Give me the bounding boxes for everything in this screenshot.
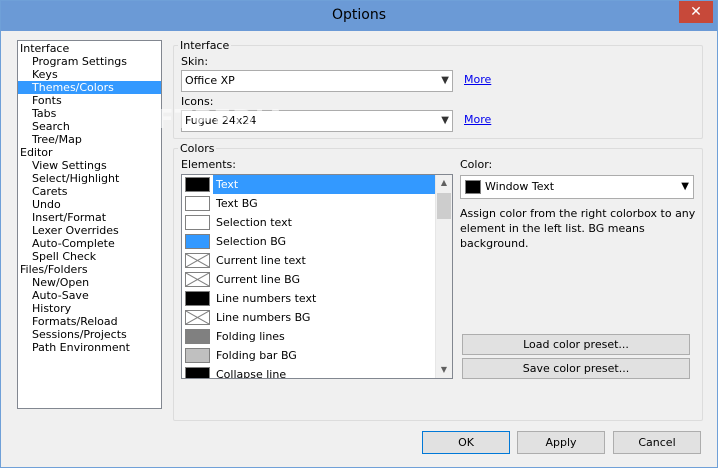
tree-item-auto-save[interactable]: Auto-Save <box>18 289 161 302</box>
arrow-up-icon[interactable]: ▲ <box>436 175 452 191</box>
skin-value: Office XP <box>185 74 235 87</box>
ok-button[interactable]: OK <box>422 431 510 454</box>
window-title: Options <box>331 7 387 23</box>
tree-item-path-environment[interactable]: Path Environment <box>18 341 161 354</box>
elements-label: Elements: <box>181 158 236 171</box>
colors-group-title: Colors <box>178 142 217 155</box>
scroll-thumb[interactable] <box>437 193 451 219</box>
skin-select[interactable]: Office XP ▼ <box>181 70 453 92</box>
dialog-content: Interface Program Settings Keys Themes/Colo… <box>1 31 717 467</box>
tree-item-files-folders[interactable]: Files/Folders <box>18 263 161 276</box>
tree-item-undo[interactable]: Undo <box>18 198 161 211</box>
color-swatch <box>185 234 210 249</box>
tree-item-formats-reload[interactable]: Formats/Reload <box>18 315 161 328</box>
tree-item-insert-format[interactable]: Insert/Format <box>18 211 161 224</box>
element-row[interactable]: Collapse line <box>182 365 452 379</box>
cancel-button[interactable]: Cancel <box>613 431 701 454</box>
color-swatch <box>185 291 210 306</box>
tree-item-tabs[interactable]: Tabs <box>18 107 161 120</box>
skin-label: Skin: <box>181 55 209 68</box>
color-swatch <box>185 348 210 363</box>
element-name: Line numbers text <box>216 292 317 305</box>
tree-item-auto-complete[interactable]: Auto-Complete <box>18 237 161 250</box>
element-row[interactable]: Text <box>182 175 452 194</box>
element-name: Text <box>213 175 435 194</box>
chevron-down-icon: ▼ <box>441 75 449 86</box>
tree-item-new-open[interactable]: New/Open <box>18 276 161 289</box>
arrow-down-icon[interactable]: ▼ <box>436 362 452 378</box>
tree-item-interface[interactable]: Interface <box>18 42 161 55</box>
tree-item-lexer-overrides[interactable]: Lexer Overrides <box>18 224 161 237</box>
close-icon: ✕ <box>690 4 702 20</box>
icons-select[interactable]: Fugue 24x24 ▼ <box>181 110 453 132</box>
elements-list[interactable]: Text Text BG Selection text Selection BG Cur… <box>181 174 453 379</box>
no-color-swatch-icon <box>185 310 210 325</box>
tree-item-search[interactable]: Search <box>18 120 161 133</box>
color-label: Color: <box>460 158 493 171</box>
tree-item-view-settings[interactable]: View Settings <box>18 159 161 172</box>
element-name: Line numbers BG <box>216 311 311 324</box>
tree-item-program-settings[interactable]: Program Settings <box>18 55 161 68</box>
title-bar[interactable]: Options ✕ <box>1 1 717 31</box>
elements-scrollbar[interactable]: ▲ ▼ <box>435 175 452 378</box>
icons-more-link[interactable]: More <box>464 113 491 126</box>
tree-item-sessions-projects[interactable]: Sessions/Projects <box>18 328 161 341</box>
element-row[interactable]: Current line text <box>182 251 452 270</box>
element-name: Current line BG <box>216 273 301 286</box>
color-swatch <box>185 329 210 344</box>
color-swatch <box>185 215 210 230</box>
color-swatch <box>185 196 210 211</box>
tree-item-themes-colors[interactable]: Themes/Colors <box>18 81 161 94</box>
skin-more-link[interactable]: More <box>464 73 491 86</box>
tree-item-fonts[interactable]: Fonts <box>18 94 161 107</box>
no-color-swatch-icon <box>185 272 210 287</box>
tree-item-keys[interactable]: Keys <box>18 68 161 81</box>
element-row[interactable]: Folding lines <box>182 327 452 346</box>
element-name: Folding lines <box>216 330 285 343</box>
interface-group-title: Interface <box>178 39 232 52</box>
element-row[interactable]: Selection text <box>182 213 452 232</box>
chevron-down-icon: ▼ <box>441 115 449 126</box>
tree-item-history[interactable]: History <box>18 302 161 315</box>
color-description: Assign color from the right colorbox to … <box>460 207 696 250</box>
color-chip <box>465 180 481 194</box>
elements-rows: Text Text BG Selection text Selection BG Cur… <box>182 175 452 379</box>
tree-item-tree-map[interactable]: Tree/Map <box>18 133 161 146</box>
icons-value: Fugue 24x24 <box>185 114 257 127</box>
color-swatch <box>185 367 210 378</box>
tree-item-spell-check[interactable]: Spell Check <box>18 250 161 263</box>
no-color-swatch-icon <box>185 253 210 268</box>
element-row[interactable]: Selection BG <box>182 232 452 251</box>
element-name: Selection BG <box>216 235 287 248</box>
color-value: Window Text <box>485 180 555 193</box>
element-name: Collapse line <box>216 368 287 379</box>
color-swatch <box>185 177 210 192</box>
tree-item-select-highlight[interactable]: Select/Highlight <box>18 172 161 185</box>
element-name: Folding bar BG <box>216 349 297 362</box>
element-row[interactable]: Line numbers BG <box>182 308 452 327</box>
color-select[interactable]: Window Text ▼ <box>460 175 694 199</box>
tree-item-carets[interactable]: Carets <box>18 185 161 198</box>
load-color-preset-button[interactable]: Load color preset... <box>462 334 690 355</box>
tree-item-editor[interactable]: Editor <box>18 146 161 159</box>
element-name: Current line text <box>216 254 306 267</box>
apply-button[interactable]: Apply <box>517 431 605 454</box>
element-row[interactable]: Line numbers text <box>182 289 452 308</box>
element-row[interactable]: Current line BG <box>182 270 452 289</box>
category-tree[interactable]: Interface Program Settings Keys Themes/Colo… <box>17 40 162 409</box>
element-row[interactable]: Text BG <box>182 194 452 213</box>
icons-label: Icons: <box>181 95 214 108</box>
close-button[interactable]: ✕ <box>679 1 713 23</box>
element-row[interactable]: Folding bar BG <box>182 346 452 365</box>
element-name: Selection text <box>216 216 292 229</box>
options-dialog: Options ✕ Interface Program Settings Keys T… <box>0 0 718 468</box>
chevron-down-icon: ▼ <box>681 181 689 192</box>
save-color-preset-button[interactable]: Save color preset... <box>462 358 690 379</box>
element-name: Text BG <box>216 197 258 210</box>
